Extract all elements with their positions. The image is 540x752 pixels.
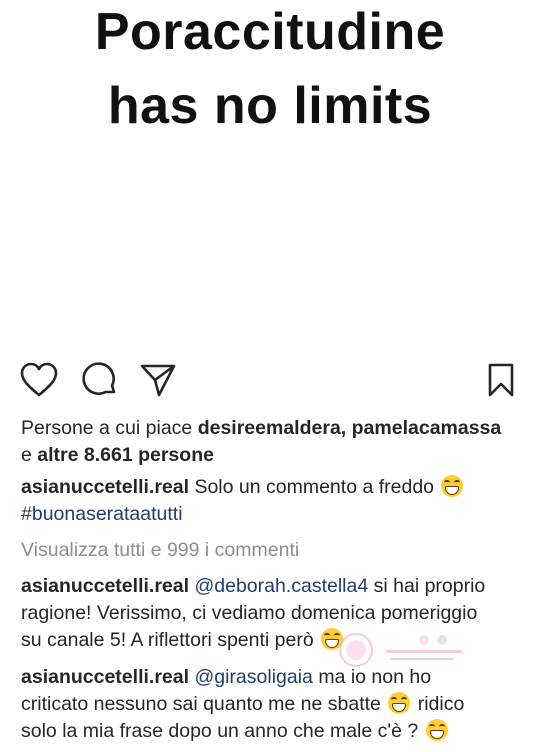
- likes-others-link[interactable]: altre 8.661 persone: [37, 444, 214, 466]
- comment-button[interactable]: [80, 360, 120, 400]
- comment-text: su canale 5! A riflettori spenti però: [21, 629, 314, 651]
- likes-line: Persone a cui piace desireemaldera, pame…: [21, 415, 526, 441]
- comment-text: ma io non ho: [318, 666, 432, 688]
- comment-icon: [82, 362, 116, 395]
- comment-text: ridico: [417, 693, 465, 715]
- comment-mention[interactable]: @deborah.castella4: [194, 575, 368, 597]
- grinning-squinting-face-emoji: [388, 692, 411, 714]
- comment-2: asianuccetelli.real @girasoligaia ma io …: [21, 664, 526, 690]
- comment-text: solo la mia frase dopo un anno che male …: [21, 720, 419, 742]
- share-button[interactable]: [138, 360, 178, 400]
- comment-1-line-2: ragione! Verissimo, ci vediamo domenica …: [21, 602, 478, 624]
- caption: asianuccetelli.real Solo un commento a f…: [21, 474, 526, 500]
- post-image[interactable]: Poraccitudine has no limits: [0, 0, 540, 350]
- paper-plane-icon: [140, 364, 176, 397]
- comment-1: asianuccetelli.real @deborah.castella4 s…: [21, 573, 526, 599]
- comment-username[interactable]: asianuccetelli.real: [21, 575, 189, 597]
- grinning-squinting-face-emoji: [321, 628, 344, 650]
- likes-line-2: e altre 8.661 persone: [21, 442, 526, 468]
- likes-separator: ,: [340, 417, 352, 439]
- save-button[interactable]: [481, 360, 521, 400]
- comment-1-line-3: su canale 5! A riflettori spenti però: [21, 627, 526, 653]
- caption-text: Solo un commento a freddo: [194, 476, 435, 498]
- caption-username[interactable]: asianuccetelli.real: [21, 476, 189, 498]
- liked-by-user-1[interactable]: desireemaldera: [198, 417, 341, 439]
- comment-2-line-2: criticato nessuno sai quanto me ne sbatt…: [21, 691, 526, 717]
- post-action-bar: [0, 360, 540, 404]
- bookmark-icon: [488, 363, 514, 397]
- post-headline-line1: Poraccitudine: [94, 3, 446, 61]
- liked-by-user-2[interactable]: pamelacamassa: [352, 417, 502, 439]
- grinning-squinting-face-emoji: [425, 719, 448, 741]
- comment-mention[interactable]: @girasoligaia: [194, 666, 312, 688]
- post-headline-line2: has no limits: [107, 77, 433, 135]
- heart-icon: [20, 362, 58, 397]
- caption-hashtag[interactable]: #buonaserataatutti: [21, 503, 183, 525]
- comment-text: si hai proprio: [373, 575, 486, 597]
- caption-line-2: #buonaserataatutti: [21, 501, 526, 527]
- likes-conj: e: [21, 444, 38, 466]
- comment-text: criticato nessuno sai quanto me ne sbatt…: [21, 693, 381, 715]
- like-button[interactable]: [19, 360, 59, 400]
- grinning-squinting-face-emoji: [441, 475, 464, 497]
- likes-prefix: Persone a cui piace: [21, 417, 198, 439]
- comment-username[interactable]: asianuccetelli.real: [21, 666, 189, 688]
- comment-2-line-3: solo la mia frase dopo un anno che male …: [21, 718, 526, 744]
- view-all-comments-link[interactable]: Visualizza tutti e 999 i commenti: [21, 537, 526, 563]
